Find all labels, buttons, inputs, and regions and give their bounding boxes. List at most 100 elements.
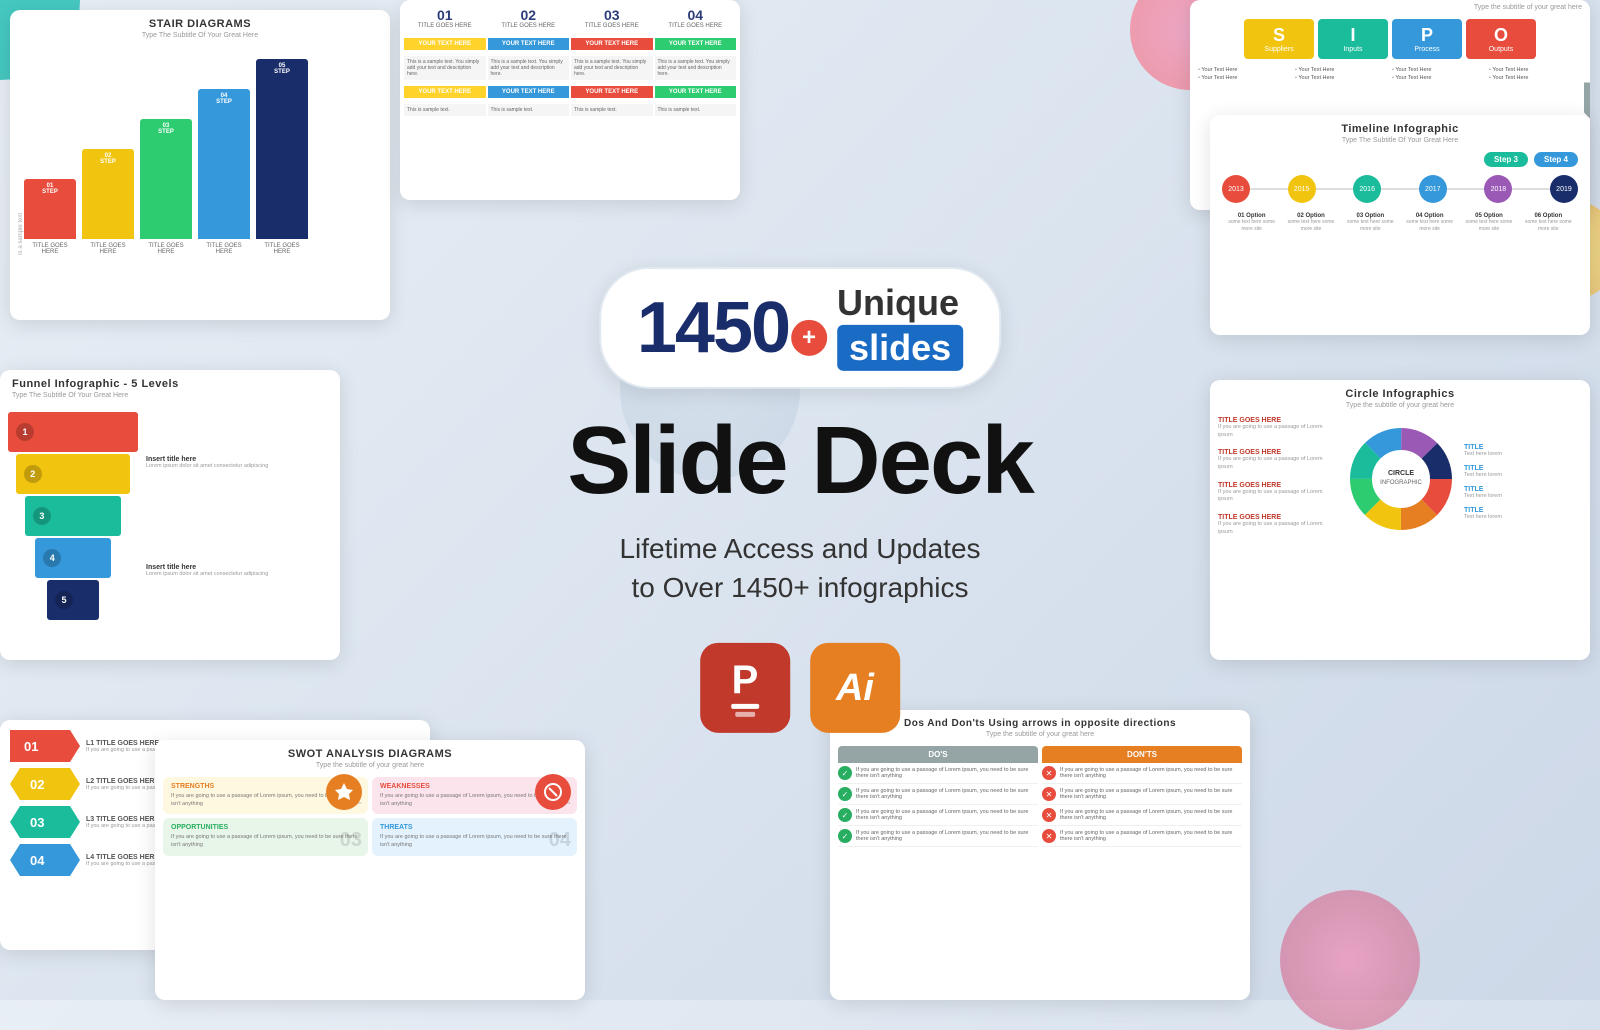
svg-text:INFOGRAPHIC: INFOGRAPHIC [1380,480,1422,486]
timeline-circle-3: 2016 [1353,175,1381,203]
powerpoint-icon: P [700,643,790,733]
subtitle-line2: to Over 1450+ infographics [632,572,969,603]
grid-top-header: 01 TITLE GOES HERE 02 TITLE GOES HERE 03… [400,0,740,36]
timeline-opt-5: 05 Option some text here some more site [1459,213,1518,232]
cell-3-3: YOUR TEXT HERE [571,86,653,98]
swot-strengths: STRENGTHS If you are going to use a pass… [163,777,368,814]
timeline-circle-2: 2015 [1288,175,1316,203]
subtitle: Lifetime Access and Updates to Over 1450… [567,529,1033,607]
cell-2-3: This is a sample text. You simply add yo… [571,56,653,80]
step4-footer: TITLE GOES HERE [198,243,250,255]
slides-number: 1450 [637,292,789,364]
funnel-title: Funnel Infographic - 5 Levels [0,370,340,392]
dos-check-2: ✓ [838,787,852,801]
stair-diagrams-card: STAIR DIAGRAMS Type The Subtitle Of Your… [10,10,390,320]
dos-header: DO'S [838,746,1038,763]
stair-axis: Is a sample text [18,75,24,255]
circle-right-item-1: TITLE Text here lorem [1464,444,1582,457]
svg-text:CIRCLE: CIRCLE [1388,470,1414,477]
step4-label: 04STEP [216,93,232,105]
swot-threats-title: THREATS [380,824,569,831]
center-content: 1450 + Unique slides Slide Deck Lifetime… [567,267,1033,733]
circle-right-item-4: TITLE Text here lorem [1464,507,1582,520]
timeline-opt-3: 03 Option some text here some more site [1341,213,1400,232]
dos-check-3: ✓ [838,808,852,822]
stair-step-5: 05STEP TITLE GOES HERE [256,59,308,255]
circle-right-item-3: TITLE Text here lorem [1464,486,1582,499]
funnel-card: Funnel Infographic - 5 Levels Type The S… [0,370,340,660]
illustrator-icon: Ai [810,643,900,733]
dos-row-1: ✓ If you are going to use a passage of L… [838,763,1038,784]
grid-row-3: YOUR TEXT HERE YOUR TEXT HERE YOUR TEXT … [400,84,740,100]
funnel-shape: 1 2 3 4 5 [8,411,138,622]
dos-check-4: ✓ [838,829,852,843]
dos-row-2: ✓ If you are going to use a passage of L… [838,784,1038,805]
swot-subtitle: Type the subtitle of your great here [155,762,585,773]
ppt-bar1 [731,704,759,709]
circle-title: Circle Infographics [1210,380,1590,402]
timeline-opt-2: 02 Option some text here some more site [1281,213,1340,232]
swot-grid: STRENGTHS If you are going to use a pass… [155,773,585,864]
swot-card: SWOT ANALYSIS DIAGRAMS Type the subtitle… [155,740,585,1000]
swot-threats-text: If you are going to use a passage of Lor… [380,834,569,849]
funnel-content: 1 2 3 4 5 Insert title here Lorem ipsum [0,403,340,630]
swot-opportunities: OPPORTUNITIES If you are going to use a … [163,818,368,855]
sipo-col-3: Your Text Here Your Text Here [1392,67,1485,82]
cell-3-2: YOUR TEXT HERE [488,86,570,98]
ppt-bar2 [735,712,755,717]
col2-header: 02 TITLE GOES HERE [488,4,570,32]
dos-column: DO'S ✓ If you are going to use a passage… [838,746,1038,847]
step5-footer: TITLE GOES HERE [256,243,308,255]
cell-2-2: This is a sample text. You simply add yo… [488,56,570,80]
cell-2-1: This is a sample text. You simply add yo… [404,56,486,80]
timeline-subtitle: Type The Subtitle Of Your Great Here [1210,137,1590,148]
sipo-col-2: Your Text Here Your Text Here [1295,67,1388,82]
sipo-o-box: O Outputs [1466,19,1536,59]
circle-item-2: TITLE GOES HERE If you are going to use … [1218,449,1338,471]
slides-unique-text: Unique [837,285,959,321]
funnel-item-1: Insert title here Lorem ipsum dolor sit … [146,456,332,469]
funnel-level-1: 1 [8,412,138,452]
swot-title: SWOT ANALYSIS DIAGRAMS [155,740,585,762]
timeline-line-4 [1447,188,1485,190]
circle-item-4: TITLE GOES HERE If you are going to use … [1218,514,1338,536]
slides-text-block: Unique slides [837,285,963,371]
dos-row-3: ✓ If you are going to use a passage of L… [838,805,1038,826]
sipo-s-box: S Suppliers [1244,19,1314,59]
grid-top-card: 01 TITLE GOES HERE 02 TITLE GOES HERE 03… [400,0,740,200]
circle-chart: CIRCLE INFOGRAPHIC [1346,424,1456,539]
step5-label: 05STEP [274,63,290,75]
arrow-02: 02 [10,768,80,800]
slides-word-text: slides [837,325,963,371]
cell-1-4: YOUR TEXT HERE [655,38,737,50]
col3-header: 03 TITLE GOES HERE [571,4,653,32]
ai-label: Ai [836,667,874,710]
donts-cross-3: ✕ [1042,808,1056,822]
timeline-title: Timeline Infographic [1210,115,1590,137]
step1-label: 01STEP [42,183,58,195]
sipo-col-1: Your Text Here Your Text Here [1198,67,1291,82]
funnel-level-3: 3 [25,496,121,536]
circle-subtitle: Type the subtitle of your great here [1210,402,1590,413]
donts-cross-1: ✕ [1042,766,1056,780]
funnel-level-2: 2 [16,454,130,494]
ppt-letter: P [732,660,759,700]
grid-row-2: This is a sample text. You simply add yo… [400,54,740,82]
timeline-line-1 [1250,188,1288,190]
timeline-circle-1: 2013 [1222,175,1250,203]
cell-1-3: YOUR TEXT HERE [571,38,653,50]
step4-label: Step 4 [1534,152,1578,167]
cell-4-4: This is sample text. [655,104,737,116]
slides-plus-circle: + [791,320,827,356]
circle-item-1: TITLE GOES HERE If you are going to use … [1218,417,1338,439]
timeline-circle-4: 2017 [1419,175,1447,203]
subtitle-line1: Lifetime Access and Updates [619,533,980,564]
sipo-boxes: S Suppliers I Inputs P Process O Outputs [1190,15,1590,63]
step1-footer: TITLE GOES HERE [24,243,76,255]
stair-step-1: 01STEP TITLE GOES HERE [24,179,76,255]
timeline-opt-1: 01 Option some text here some more site [1222,213,1281,232]
dos-grid: DO'S ✓ If you are going to use a passage… [830,742,1250,855]
stair-title: STAIR DIAGRAMS [10,10,390,32]
grid-row-1: YOUR TEXT HERE YOUR TEXT HERE YOUR TEXT … [400,36,740,52]
arrow-04: 04 [10,844,80,876]
